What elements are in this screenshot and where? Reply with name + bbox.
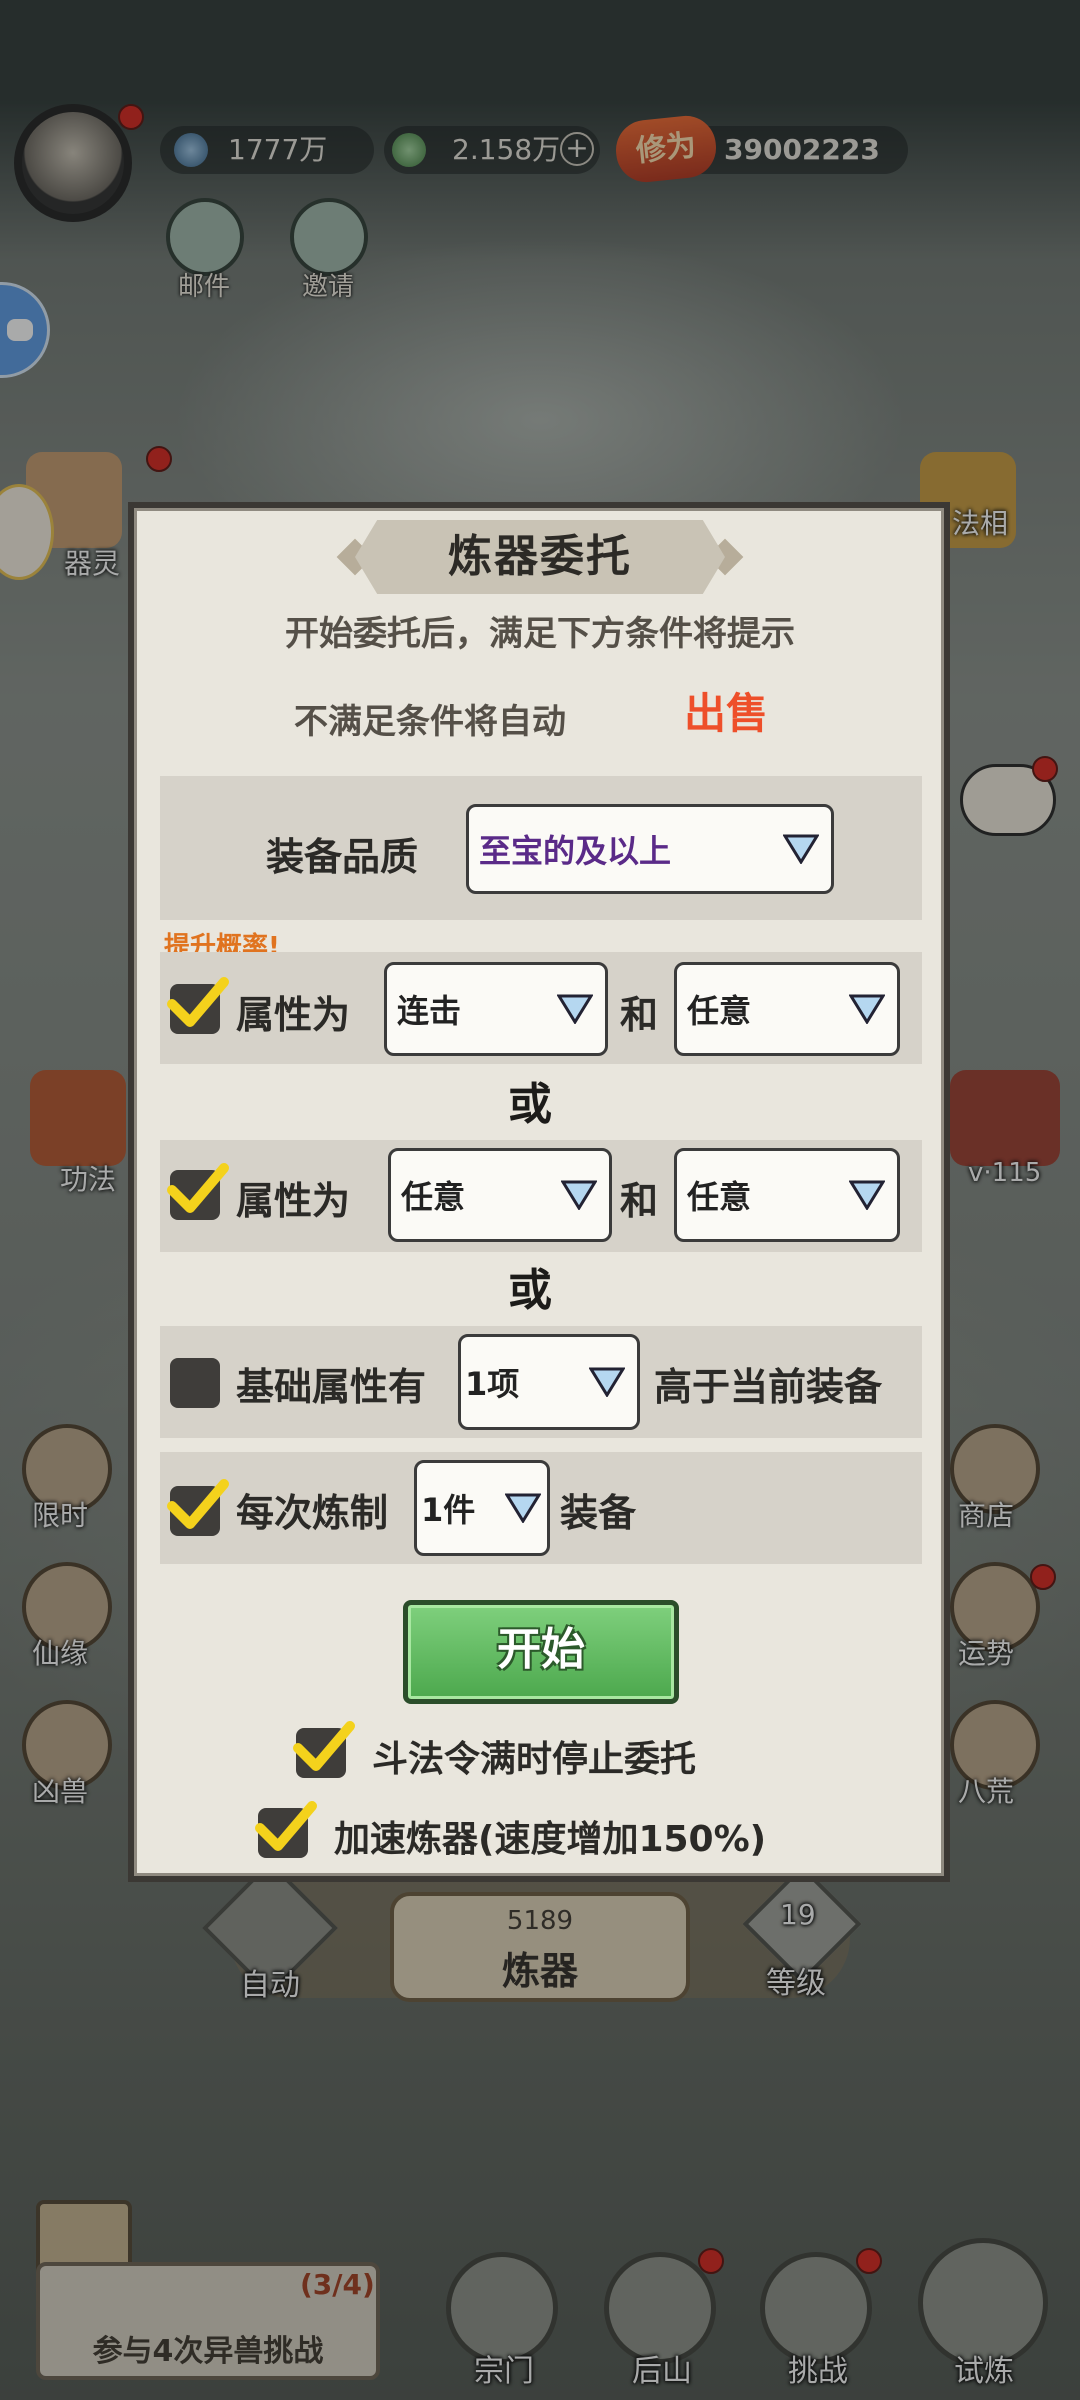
quality-dropdown[interactable]: 至宝的及以上	[466, 804, 834, 894]
rule3-count-dropdown[interactable]: 1项	[458, 1334, 640, 1430]
speed-up-checkbox[interactable]	[255, 1801, 317, 1858]
quality-value: 至宝的及以上	[479, 832, 672, 870]
chevron-down-icon	[561, 1180, 597, 1210]
start-button-label: 开始	[497, 1624, 585, 1675]
check-icon	[167, 977, 229, 1027]
rule3-count-value: 1项	[465, 1365, 520, 1403]
quality-label: 装备品质	[266, 835, 419, 879]
check-icon	[167, 1479, 229, 1529]
rule4-count-dropdown[interactable]: 1件	[414, 1460, 550, 1556]
rule2-label: 属性为	[236, 1179, 351, 1223]
check-icon	[167, 1163, 229, 1213]
stop-when-full-checkbox[interactable]	[293, 1721, 355, 1778]
rule1-attr2-value: 任意	[687, 992, 752, 1030]
or-separator-1: 或	[508, 1079, 552, 1130]
rule1-and: 和	[620, 993, 659, 1037]
chevron-down-icon	[505, 1493, 541, 1523]
check-icon	[255, 1801, 317, 1851]
rule4-suffix: 装备	[560, 1491, 637, 1535]
rule1-label: 属性为	[236, 993, 351, 1037]
rule1-attr2-dropdown[interactable]: 任意	[674, 962, 900, 1056]
rule1-checkbox[interactable]	[167, 977, 229, 1034]
chevron-down-icon	[557, 994, 593, 1024]
rule4-count-value: 1件	[421, 1491, 476, 1529]
dialog-message-line2: 不满足条件将自动	[294, 702, 566, 742]
rule1-attr1-value: 连击	[397, 992, 462, 1030]
rule4-checkbox[interactable]	[167, 1479, 229, 1536]
rule4-label: 每次炼制	[236, 1491, 389, 1535]
sell-highlight: 出售	[684, 689, 769, 738]
rule3-label: 基础属性有	[236, 1365, 427, 1409]
rule2-and: 和	[620, 1179, 659, 1223]
or-separator-2: 或	[508, 1265, 552, 1316]
dialog-message-line1: 开始委托后，满足下方条件将提示	[285, 614, 795, 654]
chevron-down-icon	[849, 1180, 885, 1210]
rule2-attr2-value: 任意	[687, 1178, 752, 1216]
dialog-title: 炼器委托	[448, 531, 632, 582]
chevron-down-icon	[589, 1367, 625, 1397]
rule3-checkbox[interactable]	[170, 1358, 220, 1408]
stop-when-full-label: 斗法令满时停止委托	[372, 1739, 697, 1780]
rule2-checkbox[interactable]	[167, 1163, 229, 1220]
check-icon	[293, 1721, 355, 1771]
speed-up-label: 加速炼器(速度增加150%)	[334, 1819, 767, 1860]
rule2-attr1-value: 任意	[401, 1178, 466, 1216]
rule2-attr1-dropdown[interactable]: 任意	[388, 1148, 612, 1242]
rule3-suffix: 高于当前装备	[654, 1365, 883, 1409]
chevron-down-icon	[783, 834, 819, 864]
chevron-down-icon	[849, 994, 885, 1024]
rule2-attr2-dropdown[interactable]: 任意	[674, 1148, 900, 1242]
rule1-attr1-dropdown[interactable]: 连击	[384, 962, 608, 1056]
